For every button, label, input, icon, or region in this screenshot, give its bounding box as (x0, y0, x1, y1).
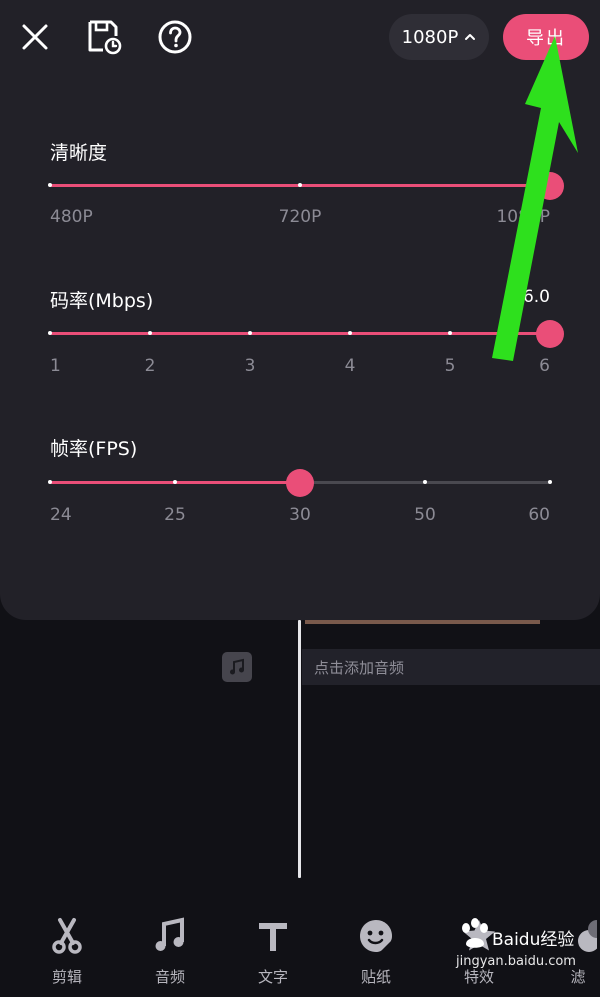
music-track-icon (222, 652, 252, 682)
resolution-dropdown[interactable]: 1080P (389, 14, 489, 60)
bitrate-slider-tick-label: 5 (444, 356, 456, 376)
resolution-slider-tick (48, 183, 52, 187)
bitrate-slider-tick (48, 331, 52, 335)
tool-sticker-label: 贴纸 (360, 968, 391, 986)
bitrate-slider-tick (148, 331, 152, 335)
music-note-icon (230, 658, 244, 675)
resolution-dropdown-label: 1080P (401, 26, 459, 48)
resolution-slider[interactable] (48, 172, 564, 200)
video-clip-strip[interactable] (305, 620, 540, 624)
bitrate-slider-tick (348, 331, 352, 335)
bitrate-slider-tick (248, 331, 252, 335)
bitrate-title: 码率(Mbps) (50, 290, 154, 312)
add-audio-track[interactable]: 点击添加音频 (302, 649, 600, 685)
export-button[interactable]: 导出 (503, 14, 589, 60)
watermark-url: jingyan.baidu.com (456, 954, 576, 969)
framerate-slider[interactable] (48, 469, 552, 497)
framerate-slider-thumb[interactable] (286, 469, 314, 497)
resolution-tick-labels: 480P 720P 1080P (50, 207, 550, 231)
framerate-slider-tick-label: 25 (164, 505, 186, 525)
bitrate-slider-tick-label: 4 (344, 356, 356, 376)
framerate-slider-tick-label: 24 (50, 505, 72, 525)
text-icon (259, 923, 287, 951)
tool-text[interactable]: 文字 (233, 914, 313, 987)
bitrate-slider-tick-label: 1 (50, 356, 61, 376)
tool-sticker[interactable]: 贴纸 (336, 914, 416, 987)
bitrate-slider-tick (448, 331, 452, 335)
add-audio-label: 点击添加音频 (314, 658, 405, 677)
framerate-slider-tick-label: 50 (414, 505, 436, 525)
save-draft-button[interactable] (84, 16, 124, 58)
export-button-label: 导出 (526, 28, 566, 49)
sticker-icon (360, 920, 392, 952)
bitrate-tick-labels: 1 2 3 4 5 6 (50, 356, 550, 380)
tool-edit-label: 剪辑 (51, 968, 82, 986)
bitrate-slider-tick-label: 6 (539, 356, 550, 376)
music-note-icon (155, 917, 184, 951)
framerate-slider-tick (48, 480, 52, 484)
help-button[interactable] (155, 16, 195, 58)
resolution-slider-tick-label: 1080P (496, 207, 550, 227)
watermark-brand: Baidu经验 (492, 930, 574, 950)
resolution-slider-tick (298, 183, 302, 187)
bitrate-slider-thumb[interactable] (536, 320, 564, 348)
tool-edit[interactable]: 剪辑 (27, 914, 107, 987)
help-icon (158, 20, 192, 54)
export-settings-panel: 1080P 导出 清晰度 码率(Mbps) 6.0 帧率(FPS) 480P 72… (0, 0, 600, 620)
framerate-slider-tick (423, 480, 427, 484)
bitrate-slider-tick-label: 2 (144, 356, 156, 376)
framerate-title: 帧率(FPS) (50, 438, 138, 460)
baidu-paw-logo: Baidu经验 (462, 918, 574, 950)
framerate-slider-tick-label: 30 (289, 505, 311, 525)
baidu-watermark: Baidu经验 jingyan.baidu.com (456, 916, 586, 992)
tool-text-label: 文字 (257, 968, 288, 986)
bitrate-slider-tick-label: 3 (244, 356, 256, 376)
close-icon (22, 24, 48, 50)
chevron-up-icon (465, 34, 476, 40)
resolution-slider-thumb[interactable] (536, 172, 564, 200)
framerate-slider-tick-label: 60 (528, 505, 550, 525)
framerate-slider-tick (548, 480, 552, 484)
tool-audio-label: 音频 (154, 968, 185, 986)
tool-audio[interactable]: 音频 (130, 914, 210, 987)
framerate-slider-tick (173, 480, 177, 484)
resolution-slider-tick-label: 720P (278, 207, 322, 227)
bitrate-slider-fill (50, 332, 550, 335)
playhead[interactable] (298, 620, 301, 878)
resolution-slider-tick-label: 480P (50, 207, 93, 227)
close-button[interactable] (15, 16, 55, 58)
bitrate-value: 6.0 (522, 287, 550, 307)
bitrate-slider[interactable] (48, 320, 564, 348)
save-draft-icon (88, 20, 122, 55)
scissors-icon (52, 918, 82, 954)
framerate-tick-labels: 24 25 30 50 60 (50, 505, 550, 529)
resolution-title: 清晰度 (50, 142, 108, 164)
